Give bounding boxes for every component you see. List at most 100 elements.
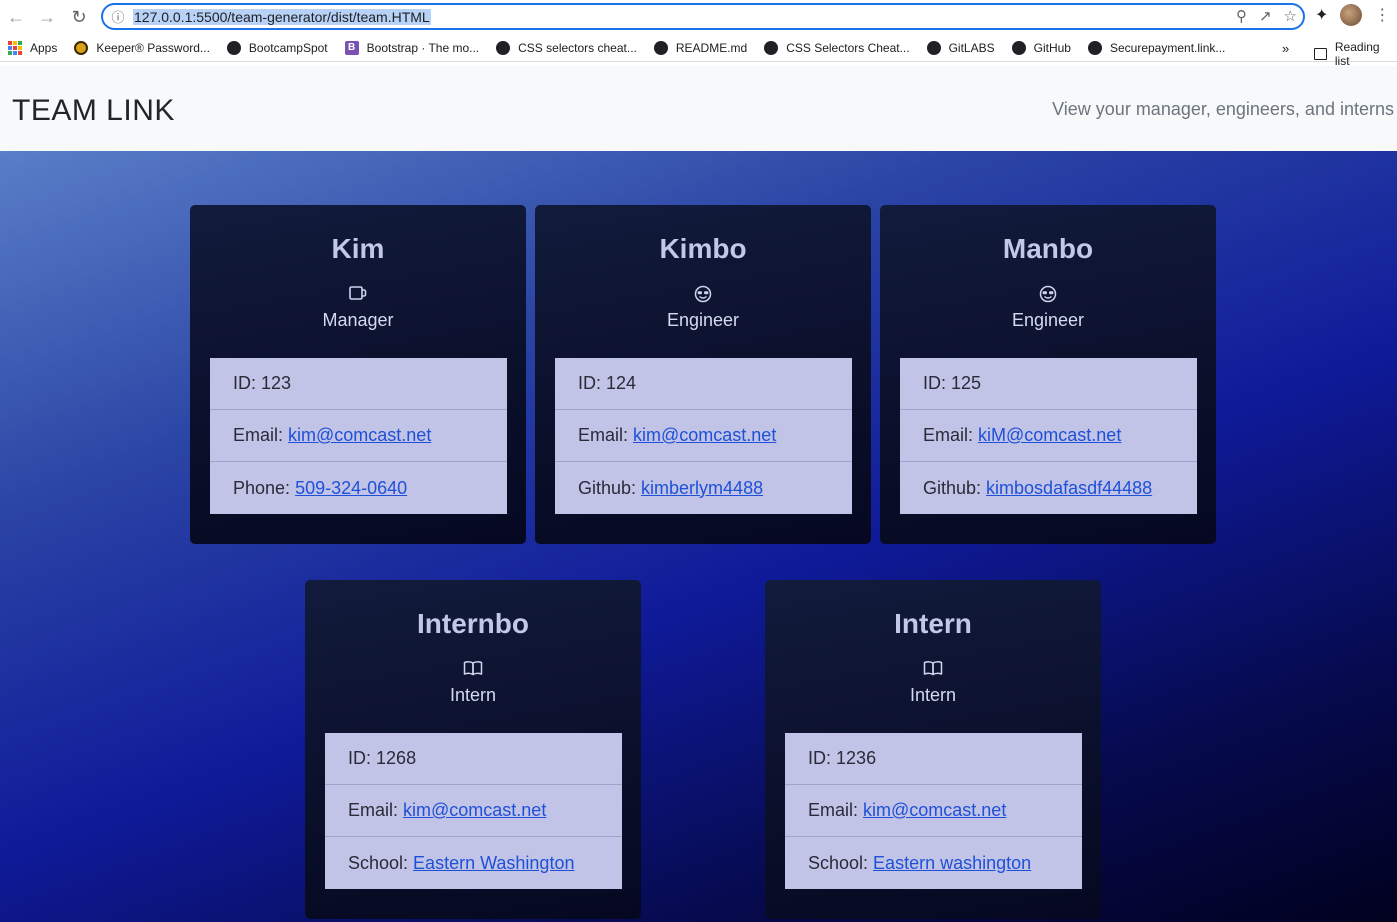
employee-details: ID: 125 Email: kiM@comcast.net Github: kim… [900, 358, 1197, 514]
email-link[interactable]: kim@comcast.net [288, 425, 431, 446]
bookmark-apps[interactable]: Apps [8, 40, 58, 55]
reading-list-label: Reading list [1334, 40, 1380, 68]
profile-avatar[interactable] [1340, 4, 1363, 26]
email-link[interactable]: kim@comcast.net [633, 425, 776, 446]
list-item: Email: kim@comcast.net [785, 785, 1082, 837]
employee-role: Intern [909, 685, 957, 705]
bootstrap-icon: B [344, 40, 359, 55]
list-item: Email: kim@comcast.net [210, 410, 507, 462]
bookmark-label: CSS selectors cheat... [518, 40, 637, 55]
list-item: ID: 124 [555, 358, 852, 410]
id-value: 125 [951, 373, 982, 393]
employee-details: ID: 123 Email: kim@comcast.net Phone: 509-… [210, 358, 507, 514]
bookmark-gitlabs[interactable]: GitLABS [926, 40, 995, 55]
site-info-icon[interactable]: ⓘ [103, 7, 133, 26]
id-value: 1236 [836, 748, 877, 768]
browser-toolbar: ← → ↻ ⓘ 127.0.0.1:5500/team-generator/di… [0, 0, 1397, 34]
list-item: School: Eastern Washington [325, 837, 622, 889]
share-icon[interactable]: ↗ [1259, 7, 1272, 25]
forward-arrow-icon[interactable]: → [31, 1, 63, 33]
bookmark-label: Keeper® Password... [96, 40, 210, 55]
school-link[interactable]: Eastern Washington [413, 853, 574, 874]
globe-icon [226, 40, 241, 55]
bookmark-bootcampspot[interactable]: BootcampSpot [226, 40, 328, 55]
list-item: ID: 1268 [325, 733, 622, 785]
more-bookmarks-button[interactable]: » [1282, 41, 1289, 56]
bookmark-label: Apps [30, 40, 58, 55]
team-section: Kim Manager ID: 123 Email: kim@comcast.ne… [0, 151, 1397, 922]
id-label: ID: [808, 748, 832, 768]
list-item: School: Eastern washington [785, 837, 1082, 889]
phone-label: Phone: [233, 477, 291, 498]
mug-icon [190, 285, 526, 305]
employee-card: Kimbo Engineer ID: 124 Email: kim@comcast… [535, 205, 871, 544]
github-label: Github: [578, 477, 637, 498]
employee-details: ID: 124 Email: kim@comcast.net Github: kim… [555, 358, 852, 514]
id-value: 124 [606, 373, 637, 393]
address-bar[interactable]: ⓘ 127.0.0.1:5500/team-generator/dist/tea… [101, 3, 1305, 30]
list-item: Email: kim@comcast.net [555, 410, 852, 462]
id-label: ID: [923, 373, 947, 393]
bookmark-css-cheat[interactable]: CSS Selectors Cheat... [764, 40, 910, 55]
bookmark-keeper[interactable]: Keeper® Password... [74, 40, 210, 55]
bookmark-label: README.md [675, 40, 748, 55]
address-url[interactable]: 127.0.0.1:5500/team-generator/dist/team.… [133, 8, 431, 25]
open-book-icon [765, 660, 1101, 680]
id-label: ID: [348, 748, 372, 768]
github-label: Github: [923, 477, 982, 498]
employee-details: ID: 1236 Email: kim@comcast.net School: Ea… [785, 733, 1082, 889]
list-item: Github: kimberlym4488 [555, 462, 852, 514]
bookmark-label: Bootstrap · The mo... [366, 40, 480, 55]
email-link[interactable]: kiM@comcast.net [978, 425, 1121, 446]
reading-list-button[interactable]: Reading list [1314, 40, 1397, 68]
bookmark-label: GitHub [1033, 40, 1071, 55]
bookmark-star-icon[interactable]: ☆ [1284, 7, 1297, 25]
bookmark-bootstrap[interactable]: B Bootstrap · The mo... [344, 40, 480, 55]
email-label: Email: [923, 425, 974, 445]
bookmark-css-selectors[interactable]: CSS selectors cheat... [496, 40, 637, 55]
back-arrow-icon[interactable]: ← [0, 1, 32, 33]
id-label: ID: [578, 373, 602, 393]
list-item: ID: 123 [210, 358, 507, 410]
brand-title: TEAM LINK [12, 94, 175, 127]
email-label: Email: [233, 425, 284, 445]
email-label: Email: [578, 425, 629, 445]
bookmark-github[interactable]: GitHub [1011, 40, 1071, 55]
bookmark-readme[interactable]: README.md [653, 40, 748, 55]
school-link[interactable]: Eastern washington [873, 853, 1031, 874]
extensions-puzzle-icon[interactable]: ✦ [1315, 5, 1328, 25]
employee-name: Kim [331, 233, 385, 264]
employee-role: Intern [449, 685, 497, 705]
school-label: School: [348, 852, 409, 873]
globe-icon [926, 40, 941, 55]
employee-card: Intern Intern ID: 1236 Email: kim@comcast… [765, 580, 1101, 919]
bookmark-label: GitLABS [948, 40, 995, 55]
list-item: ID: 1236 [785, 733, 1082, 785]
globe-icon [764, 40, 779, 55]
sunglasses-face-icon [535, 285, 871, 305]
id-value: 123 [261, 373, 292, 393]
email-link[interactable]: kim@comcast.net [403, 800, 546, 821]
list-item: Email: kim@comcast.net [325, 785, 622, 837]
employee-details: ID: 1268 Email: kim@comcast.net School: Ea… [325, 733, 622, 889]
github-link[interactable]: kimberlym4488 [641, 478, 763, 499]
phone-link[interactable]: 509-324-0640 [295, 478, 407, 499]
bookmark-securepayment[interactable]: Securepayment.link... [1087, 40, 1226, 55]
bookmark-label: CSS Selectors Cheat... [786, 40, 910, 55]
employee-role: Manager [322, 310, 394, 330]
list-item: ID: 125 [900, 358, 1197, 410]
school-label: School: [808, 852, 869, 873]
github-link[interactable]: kimbosdafasdf44488 [986, 478, 1152, 499]
reload-icon[interactable]: ↻ [63, 1, 95, 33]
navbar-tagline: View your manager, engineers, and intern… [1052, 99, 1394, 119]
reading-list-icon [1314, 48, 1327, 60]
email-link[interactable]: kim@comcast.net [863, 800, 1006, 821]
id-value: 1268 [376, 748, 417, 768]
employee-name: Manbo [1002, 233, 1094, 264]
zoom-icon[interactable]: ⚲ [1236, 7, 1247, 25]
id-label: ID: [233, 373, 257, 393]
menu-kebab-icon[interactable]: ⋮ [1374, 5, 1390, 25]
bookmark-label: Securepayment.link... [1109, 40, 1226, 55]
employee-role: Engineer [1011, 310, 1085, 330]
list-item: Github: kimbosdafasdf44488 [900, 462, 1197, 514]
